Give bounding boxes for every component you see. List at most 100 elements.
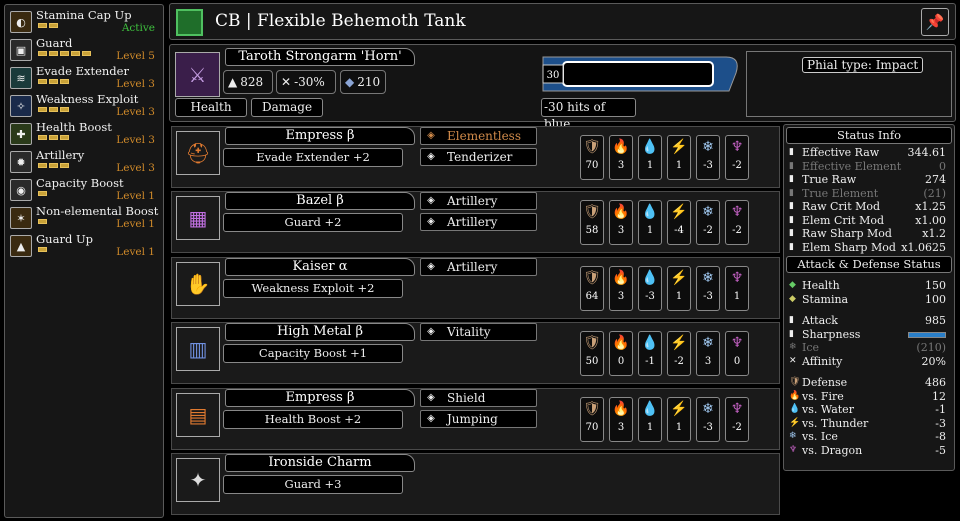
skill-item[interactable]: ▲ Guard Up Level 1 bbox=[8, 232, 160, 260]
defense-row: 🛡 Defense 486 bbox=[789, 376, 946, 389]
skill-pips bbox=[38, 51, 91, 56]
resistance-box: ⚡ -4 bbox=[667, 200, 691, 245]
armor-row[interactable]: ▦ Bazel β Guard +2 ◈ Artillery ◈ Artillery 🛡 5… bbox=[171, 191, 780, 253]
resistance-box: 🔥 0 bbox=[609, 331, 633, 376]
page-title: CB | Flexible Behemoth Tank bbox=[215, 11, 466, 31]
stat-icon: ▮ bbox=[789, 241, 794, 252]
weapon-panel: ⚔ Taroth Strongarm 'Horn' ▲ 828 ✕ -30% ◆ 21… bbox=[169, 44, 956, 131]
armor-row[interactable]: ⛑ Empress β Evade Extender +2 ◈ Elementles… bbox=[171, 126, 780, 188]
skill-pip bbox=[38, 135, 47, 140]
fire-icon: 🔥 bbox=[612, 335, 630, 351]
health-icon: ◆ bbox=[789, 280, 796, 290]
armor-row[interactable]: ▥ High Metal β Capacity Boost +1 ◈ Vitalit… bbox=[171, 322, 780, 384]
water-icon: 💧 bbox=[641, 270, 659, 286]
attack-icon: ▲ bbox=[228, 75, 238, 89]
sharpness-gauge: 30 bbox=[542, 56, 738, 92]
armor-row[interactable]: ▤ Empress β Health Boost +2 ◈ Shield ◈ Jumpi… bbox=[171, 388, 780, 450]
resistance-box: 🔥 3 bbox=[609, 200, 633, 245]
decoration-slot[interactable]: ◈ Tenderizer bbox=[420, 148, 537, 166]
weapon-icon[interactable]: ⚔ bbox=[175, 52, 220, 97]
skill-pip bbox=[49, 23, 58, 28]
skill-list-panel: ◐ Stamina Cap Up Active ▣ Guard Level 5 ≋ … bbox=[4, 4, 164, 518]
resistance-box: ♆ -2 bbox=[725, 200, 749, 245]
skill-pips bbox=[38, 219, 47, 224]
decoration-icon: ◈ bbox=[427, 151, 435, 162]
decoration-slot[interactable]: ◈ Vitality bbox=[420, 323, 537, 341]
resistance-value: 1 bbox=[675, 422, 683, 433]
resistance-value: 1 bbox=[646, 225, 654, 236]
decoration-slot[interactable]: ◈ Elementless bbox=[420, 127, 537, 145]
resistance-box: ❄ -2 bbox=[696, 200, 720, 245]
chest-icon: ▦ bbox=[176, 196, 220, 240]
ice-icon: ❄ bbox=[702, 139, 714, 155]
stat-icon: ▮ bbox=[789, 187, 794, 198]
water-icon: 💧 bbox=[789, 404, 801, 414]
skill-pips bbox=[38, 107, 69, 112]
resistance-box: ♆ 1 bbox=[725, 266, 749, 311]
resistance-box: ♆ -2 bbox=[725, 397, 749, 442]
skill-pip bbox=[38, 79, 47, 84]
resistance-value: 1 bbox=[675, 160, 683, 171]
defense-row: ❄ vs. Ice -8 bbox=[789, 430, 946, 443]
armor-row[interactable]: ✋ Kaiser α Weakness Exploit +2 ◈ Artillery… bbox=[171, 257, 780, 319]
resistance-box: 🛡 70 bbox=[580, 135, 604, 180]
decoration-slot[interactable]: ◈ Artillery bbox=[420, 258, 537, 276]
affinity-icon: ✕ bbox=[281, 75, 292, 89]
edit-icon[interactable] bbox=[176, 9, 203, 36]
resistance-box: 🔥 3 bbox=[609, 266, 633, 311]
skill-pip bbox=[38, 219, 47, 224]
charm-row[interactable]: ✦ Ironside Charm Guard +3 bbox=[171, 453, 780, 515]
charm-icon: ✦ bbox=[176, 458, 220, 502]
skill-level: Level 3 bbox=[116, 162, 155, 174]
resistance-box: 🔥 3 bbox=[609, 135, 633, 180]
gauntlet-icon: ✋ bbox=[176, 262, 220, 306]
armor-skill: Guard +2 bbox=[223, 213, 403, 232]
skill-pip bbox=[49, 79, 58, 84]
resistance-value: 3 bbox=[617, 160, 625, 171]
decoration-slot[interactable]: ◈ Jumping bbox=[420, 410, 537, 428]
resistance-value: 0 bbox=[617, 356, 625, 367]
skill-item[interactable]: ✧ Weakness Exploit Level 3 bbox=[8, 92, 160, 120]
resistance-value: 1 bbox=[646, 422, 654, 433]
armor-name: Empress β bbox=[225, 389, 415, 407]
resistance-value: 3 bbox=[704, 356, 712, 367]
skill-item[interactable]: ✚ Health Boost Level 3 bbox=[8, 120, 160, 148]
thunder-icon: ⚡ bbox=[670, 335, 688, 351]
resistance-value: 1 bbox=[646, 160, 654, 171]
skill-item[interactable]: ◉ Capacity Boost Level 1 bbox=[8, 176, 160, 204]
sharpness-icon: ▮ bbox=[789, 328, 794, 339]
health-button[interactable]: Health bbox=[175, 98, 247, 117]
skill-item[interactable]: ≋ Evade Extender Level 3 bbox=[8, 64, 160, 92]
skill-pip bbox=[60, 107, 69, 112]
status-row: ▮ True Raw 274 bbox=[789, 173, 946, 186]
capacity-icon: ◉ bbox=[10, 179, 32, 201]
stat-icon: ▮ bbox=[789, 214, 794, 225]
element-row: ❄ Ice (210) bbox=[789, 341, 946, 354]
status-row: ▮ Effective Raw 344.61 bbox=[789, 146, 946, 159]
skill-name: Weakness Exploit bbox=[36, 92, 139, 106]
skill-pips bbox=[38, 23, 58, 28]
ice-icon: ❄ bbox=[702, 401, 714, 417]
skill-item[interactable]: ✶ Non-elemental Boost Level 1 bbox=[8, 204, 160, 232]
stat-icon: ▮ bbox=[789, 160, 794, 171]
skill-item[interactable]: ▣ Guard Level 5 bbox=[8, 36, 160, 64]
skill-item[interactable]: ✹ Artillery Level 3 bbox=[8, 148, 160, 176]
decoration-slot[interactable]: ◈ Artillery bbox=[420, 192, 537, 210]
sharpness-level: 30 bbox=[547, 70, 560, 81]
skill-level: Level 1 bbox=[116, 218, 155, 230]
decoration-slot[interactable]: ◈ Artillery bbox=[420, 213, 537, 231]
damage-button[interactable]: Damage bbox=[251, 98, 323, 117]
attack-stat: ▲ 828 bbox=[223, 70, 273, 94]
health-row: ◆ Health 150 bbox=[789, 279, 946, 292]
skill-pip bbox=[49, 135, 58, 140]
resistance-value: 1 bbox=[675, 291, 683, 302]
pin-icon[interactable]: 📌 bbox=[921, 8, 949, 36]
armor-skill: Capacity Boost +1 bbox=[223, 344, 403, 363]
skill-pip bbox=[38, 191, 47, 196]
armor-skill: Weakness Exploit +2 bbox=[223, 279, 403, 298]
resistance-box: 💧 1 bbox=[638, 135, 662, 180]
decoration-slot[interactable]: ◈ Shield bbox=[420, 389, 537, 407]
skill-item[interactable]: ◐ Stamina Cap Up Active bbox=[8, 8, 160, 36]
dragon-icon: ♆ bbox=[730, 270, 744, 286]
dragon-icon: ♆ bbox=[730, 335, 744, 351]
